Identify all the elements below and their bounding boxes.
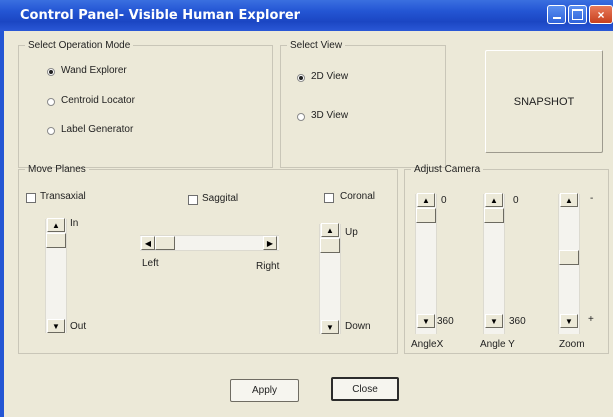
- apply-button[interactable]: Apply: [230, 379, 299, 402]
- arrow-down-icon: ▼: [326, 322, 334, 332]
- select-view-legend: Select View: [290, 40, 343, 51]
- close-icon: ×: [597, 7, 605, 22]
- arrow-up-icon: ▲: [326, 225, 334, 235]
- snapshot-button[interactable]: SNAPSHOT: [485, 50, 603, 153]
- zoom-down-button[interactable]: ▼: [560, 314, 578, 328]
- transaxial-down-button[interactable]: ▼: [47, 319, 65, 333]
- move-planes-legend: Move Planes: [28, 164, 86, 175]
- arrow-up-icon: ▲: [52, 220, 60, 230]
- close-window-button[interactable]: ×: [589, 5, 613, 24]
- angle-y-label: Angle Y: [480, 339, 515, 350]
- saggital-slider-thumb[interactable]: [155, 236, 175, 250]
- zoom-slider-thumb[interactable]: [559, 250, 579, 265]
- transaxial-checkbox[interactable]: [26, 193, 36, 203]
- maximize-button[interactable]: [568, 5, 587, 24]
- coronal-up-button[interactable]: ▲: [321, 223, 339, 237]
- coronal-label[interactable]: Coronal: [340, 191, 375, 202]
- coronal-up-label: Up: [345, 227, 358, 238]
- close-button[interactable]: Close: [331, 377, 399, 401]
- arrow-down-icon: ▼: [52, 321, 60, 331]
- saggital-right-label: Right: [256, 261, 280, 272]
- saggital-right-button[interactable]: ▶: [263, 236, 277, 250]
- transaxial-in-label: In: [70, 218, 79, 229]
- zoom-up-button[interactable]: ▲: [560, 193, 578, 207]
- label-generator-radio[interactable]: [47, 127, 55, 135]
- 3d-view-label[interactable]: 3D View: [311, 110, 348, 121]
- zoom-min-label: -: [590, 193, 594, 204]
- centroid-locator-radio[interactable]: [47, 98, 55, 106]
- transaxial-slider-thumb[interactable]: [46, 233, 66, 248]
- wand-explorer-radio[interactable]: [47, 68, 55, 76]
- transaxial-up-button[interactable]: ▲: [47, 218, 65, 232]
- arrow-up-icon: ▲: [490, 195, 498, 205]
- saggital-label[interactable]: Saggital: [202, 193, 238, 204]
- arrow-right-icon: ▶: [266, 238, 274, 248]
- arrow-up-icon: ▲: [565, 195, 573, 205]
- transaxial-label[interactable]: Transaxial: [40, 191, 86, 202]
- control-panel-window: Control Panel- Visible Human Explorer × …: [0, 0, 613, 417]
- 2d-view-radio[interactable]: [297, 74, 305, 82]
- coronal-slider-thumb[interactable]: [320, 238, 340, 253]
- coronal-down-label: Down: [345, 321, 371, 332]
- 2d-view-label[interactable]: 2D View: [311, 71, 348, 82]
- saggital-left-button[interactable]: ◀: [141, 236, 155, 250]
- angle-x-slider-thumb[interactable]: [416, 208, 436, 223]
- 3d-view-radio[interactable]: [297, 113, 305, 121]
- minimize-button[interactable]: [547, 5, 566, 24]
- minimize-icon: [548, 6, 565, 23]
- arrow-down-icon: ▼: [490, 316, 498, 326]
- label-generator-label[interactable]: Label Generator: [61, 124, 133, 135]
- maximize-icon: [569, 6, 586, 23]
- client-area: Select Operation Mode Wand Explorer Cent…: [4, 31, 613, 417]
- angle-x-up-button[interactable]: ▲: [417, 193, 435, 207]
- saggital-checkbox[interactable]: [188, 195, 198, 205]
- operation-mode-legend: Select Operation Mode: [28, 40, 131, 51]
- centroid-locator-label[interactable]: Centroid Locator: [61, 95, 135, 106]
- angle-x-max-label: 360: [437, 316, 454, 327]
- angle-x-down-button[interactable]: ▼: [417, 314, 435, 328]
- arrow-down-icon: ▼: [565, 316, 573, 326]
- wand-explorer-label[interactable]: Wand Explorer: [61, 65, 127, 76]
- angle-x-min-label: 0: [441, 195, 447, 206]
- arrow-left-icon: ◀: [144, 238, 152, 248]
- select-view-group: Select View: [280, 40, 446, 168]
- coronal-down-button[interactable]: ▼: [321, 320, 339, 334]
- operation-mode-group: Select Operation Mode: [18, 40, 273, 168]
- window-title: Control Panel- Visible Human Explorer: [20, 8, 301, 23]
- transaxial-out-label: Out: [70, 321, 87, 332]
- angle-x-label: AngleX: [411, 339, 444, 350]
- angle-y-slider-thumb[interactable]: [484, 208, 504, 223]
- angle-y-down-button[interactable]: ▼: [485, 314, 503, 328]
- zoom-label: Zoom: [559, 339, 585, 350]
- angle-y-up-button[interactable]: ▲: [485, 193, 503, 207]
- title-bar[interactable]: Control Panel- Visible Human Explorer ×: [0, 0, 613, 31]
- arrow-down-icon: ▼: [422, 316, 430, 326]
- zoom-max-label: +: [588, 314, 594, 325]
- saggital-left-label: Left: [142, 258, 159, 269]
- coronal-checkbox[interactable]: [324, 193, 334, 203]
- angle-y-max-label: 360: [509, 316, 526, 327]
- adjust-camera-legend: Adjust Camera: [414, 164, 481, 175]
- angle-y-min-label: 0: [513, 195, 519, 206]
- arrow-up-icon: ▲: [422, 195, 430, 205]
